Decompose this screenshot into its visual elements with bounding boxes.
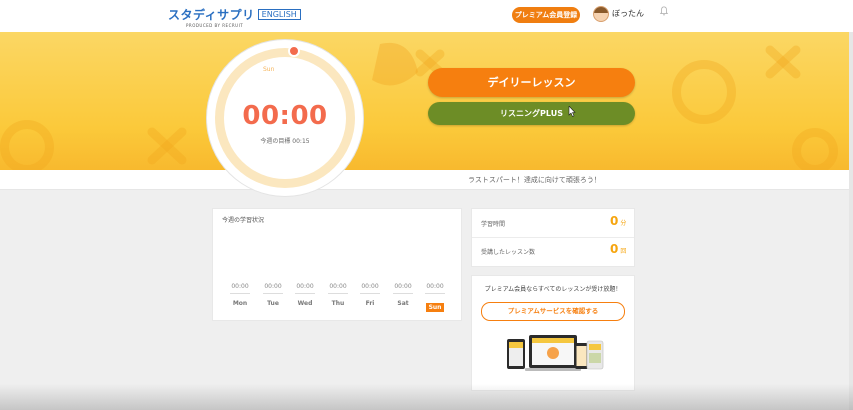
day-marker-label: Sun — [263, 66, 275, 73]
logo-badge: ENGLISH — [257, 9, 301, 20]
study-time-number: 0 — [610, 214, 619, 228]
study-time-value: 0分 — [610, 214, 626, 228]
progress-ring: Sun 00:00 今週の目標 00:15 — [207, 40, 363, 196]
cursor-icon — [568, 106, 576, 117]
page-scrollbar[interactable] — [849, 32, 853, 410]
day-column-sun: 00:00 Sun — [425, 283, 445, 313]
lessons-label: 受講したレッスン数 — [481, 249, 536, 256]
lessons-number: 0 — [610, 242, 619, 256]
hero-banner — [0, 32, 853, 170]
study-time-unit: 分 — [620, 220, 627, 227]
day-time: 00:00 — [230, 283, 250, 294]
day-column-mon: 00:00 Mon — [230, 283, 250, 307]
divider — [472, 237, 634, 238]
day-time: 00:00 — [295, 283, 315, 294]
premium-service-button[interactable]: プレミアムサービスを確認する — [481, 302, 625, 321]
day-column-tue: 00:00 Tue — [263, 283, 283, 307]
premium-promo-card: プレミアム会員ならすべてのレッスンが受け放題！ — [472, 276, 634, 390]
avatar[interactable] — [593, 6, 609, 22]
day-time: 00:00 — [425, 283, 445, 294]
stats-card: 学習時間 0分 受講したレッスン数 0回 — [472, 209, 634, 266]
day-column-fri: 00:00 Fri — [360, 283, 380, 307]
app-logo[interactable]: スタディサプリ ENGLISH PRODUCED BY RECRUIT — [168, 4, 301, 28]
bell-icon[interactable] — [659, 6, 669, 16]
promo-message: プレミアム会員ならすべてのレッスンが受け放題！ — [484, 286, 622, 293]
chevron-down-icon[interactable]: ⌄ — [637, 7, 644, 16]
day-name: Fri — [365, 300, 375, 307]
study-timer: 00:00 — [242, 101, 328, 131]
day-name: Mon — [232, 300, 248, 307]
motivation-strip: ラストスパート！達成に向けて頑張ろう！ — [0, 170, 853, 190]
lessons-value: 0回 — [610, 242, 626, 256]
day-name: Wed — [297, 300, 313, 307]
logo-subtitle: PRODUCED BY RECRUIT — [186, 23, 244, 28]
top-header: スタディサプリ ENGLISH PRODUCED BY RECRUIT プレミアム… — [0, 0, 853, 32]
listening-plus-button[interactable]: リスニングPLUS — [428, 102, 635, 125]
decor-crosses — [147, 42, 801, 165]
motivation-message: ラストスパート！達成に向けて頑張ろう！ — [468, 176, 601, 184]
progress-ring-track: Sun 00:00 今週の目標 00:15 — [215, 45, 355, 188]
day-time: 00:00 — [393, 283, 413, 294]
day-name: Thu — [331, 300, 345, 307]
day-column-sat: 00:00 Sat — [393, 283, 413, 307]
day-name: Sat — [397, 300, 409, 307]
daily-lesson-button[interactable]: デイリーレッスン — [428, 68, 635, 97]
weekly-goal: 今週の目標 00:15 — [260, 138, 310, 145]
bottom-shadow — [0, 384, 853, 410]
day-time: 00:00 — [328, 283, 348, 294]
day-name: Tue — [267, 300, 279, 307]
study-time-label: 学習時間 — [481, 221, 506, 228]
progress-indicator-dot — [288, 45, 300, 57]
day-column-thu: 00:00 Thu — [328, 283, 348, 307]
day-time: 00:00 — [263, 283, 283, 294]
premium-signup-button[interactable]: プレミアム会員登録 — [512, 7, 580, 23]
lessons-unit: 回 — [620, 248, 627, 255]
day-time: 00:00 — [360, 283, 380, 294]
day-name-today: Sun — [425, 303, 445, 312]
devices-illustration — [507, 335, 604, 371]
logo-text: スタディサプリ — [168, 8, 255, 22]
weekly-study-title: 今週の学習状況 — [222, 217, 265, 224]
day-column-wed: 00:00 Wed — [295, 283, 315, 307]
